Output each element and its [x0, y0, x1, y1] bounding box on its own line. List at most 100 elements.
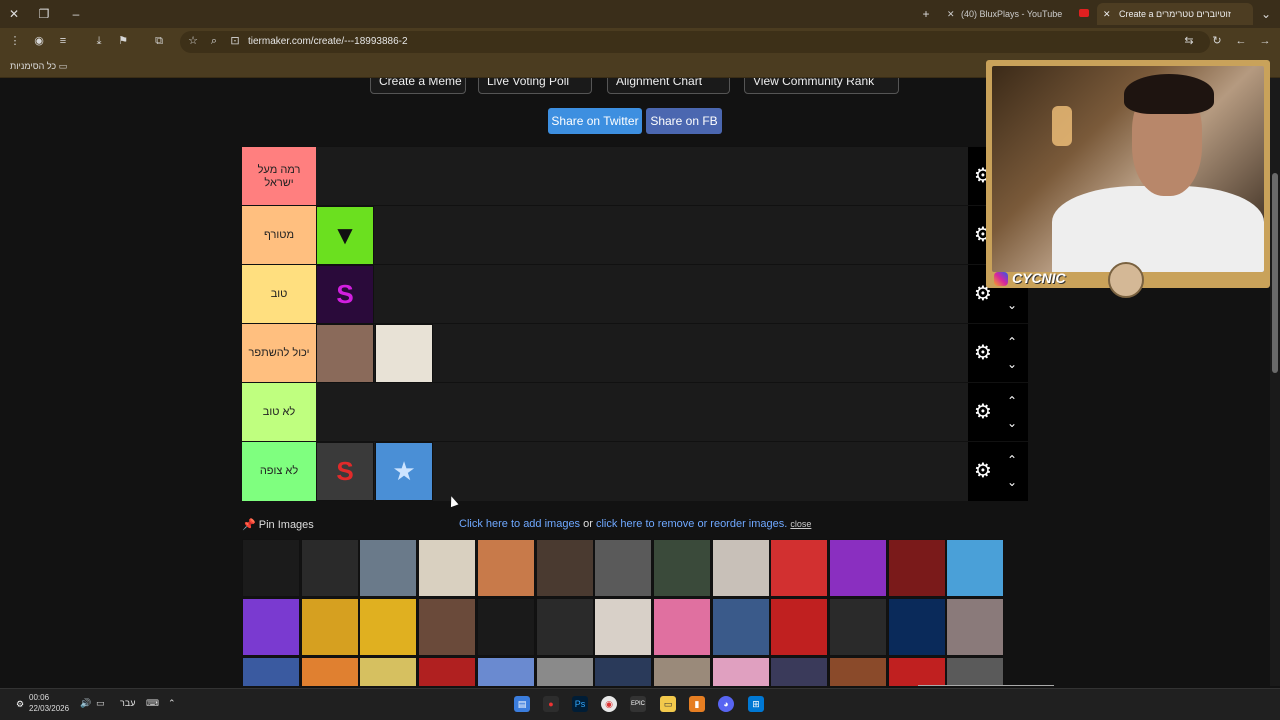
extensions-icon[interactable]: ⚑: [116, 34, 130, 48]
pin-images-toggle[interactable]: 📌 Pin Images: [242, 518, 314, 531]
tier-label[interactable]: יכול להשתפר: [242, 324, 316, 383]
tier-image[interactable]: S: [316, 265, 374, 324]
tier-label[interactable]: טוב: [242, 265, 316, 324]
pool-image[interactable]: [359, 598, 418, 656]
pool-image[interactable]: [594, 598, 653, 656]
reload-icon[interactable]: ↻: [1210, 34, 1224, 48]
pool-image[interactable]: [535, 598, 594, 656]
pool-image[interactable]: [242, 657, 300, 686]
tab-tiermaker[interactable]: ✕ Create a זוטיוברים טטרימרים: [1097, 3, 1253, 25]
pool-image[interactable]: [418, 539, 477, 597]
network-icon[interactable]: ▭: [96, 698, 105, 709]
chrome-icon[interactable]: ◉: [601, 696, 617, 712]
pool-image[interactable]: [887, 598, 946, 656]
alignment-chart-button[interactable]: Alignment Chart: [607, 78, 730, 94]
tier-items[interactable]: S: [316, 265, 968, 324]
pool-image[interactable]: [711, 539, 770, 597]
clock-date[interactable]: 22/03/2026: [29, 704, 69, 713]
tier-items[interactable]: ▼: [316, 206, 968, 265]
chevron-down-icon[interactable]: ⌄: [1004, 299, 1020, 311]
new-tab-icon[interactable]: +: [916, 4, 936, 24]
pool-image[interactable]: [535, 657, 594, 686]
gear-icon[interactable]: ⚙: [972, 342, 994, 364]
menu-icon[interactable]: ⋮: [8, 34, 22, 48]
pool-image[interactable]: [652, 657, 711, 686]
file-explorer-icon[interactable]: ▭: [660, 696, 676, 712]
close-link[interactable]: close: [790, 519, 811, 529]
pool-image[interactable]: [887, 539, 946, 597]
pool-image[interactable]: [594, 657, 653, 686]
create-meme-button[interactable]: Create a Meme: [370, 78, 466, 94]
notepad-icon[interactable]: ▤: [514, 696, 530, 712]
gear-icon[interactable]: ⚙: [972, 401, 994, 423]
chevron-up-icon[interactable]: ⌃: [1004, 336, 1020, 348]
pool-image[interactable]: [359, 539, 418, 597]
volume-icon[interactable]: 🔊: [80, 698, 91, 709]
pool-image[interactable]: [418, 598, 477, 656]
site-settings-icon[interactable]: ⇆: [1182, 34, 1196, 48]
vertical-scrollbar[interactable]: [1270, 78, 1280, 686]
tier-items[interactable]: [316, 147, 968, 206]
pool-image[interactable]: [946, 539, 1005, 597]
chevron-up-icon[interactable]: ⌃: [168, 698, 176, 709]
pool-image[interactable]: [476, 657, 535, 686]
all-bookmarks[interactable]: כל הסימניות ▭: [10, 61, 67, 72]
pool-image[interactable]: [418, 657, 477, 686]
pool-image[interactable]: [829, 539, 887, 597]
back-icon[interactable]: ←: [1234, 34, 1248, 48]
tier-image[interactable]: ▼: [316, 206, 374, 265]
chevron-down-icon[interactable]: ⌄: [1004, 476, 1020, 488]
tier-items[interactable]: [316, 324, 968, 383]
tier-label[interactable]: לא צופה: [242, 442, 316, 501]
tab-youtube[interactable]: ✕ (40) BluxPlays - YouTube: [945, 3, 1080, 25]
epic-games-icon[interactable]: EPIC: [630, 696, 646, 712]
pool-image[interactable]: [829, 657, 887, 686]
files-icon[interactable]: ▮: [689, 696, 705, 712]
restore-window-icon[interactable]: ❐: [34, 4, 54, 24]
scrollbar-thumb[interactable]: [1272, 173, 1278, 373]
chevron-up-icon[interactable]: ⌃: [1004, 454, 1020, 466]
tier-items[interactable]: S ★: [316, 442, 968, 501]
pool-image[interactable]: [770, 657, 829, 686]
close-tab-icon[interactable]: ✕: [1103, 3, 1111, 25]
tier-image[interactable]: [316, 324, 374, 383]
pool-image[interactable]: [652, 598, 711, 656]
forward-icon[interactable]: →: [1258, 34, 1272, 48]
photoshop-icon[interactable]: Ps: [572, 696, 588, 712]
pool-image[interactable]: [300, 598, 359, 656]
tier-image[interactable]: ★: [375, 442, 433, 501]
pool-image[interactable]: [946, 598, 1005, 656]
pool-image[interactable]: [359, 657, 418, 686]
share-icon[interactable]: ⧉: [152, 34, 166, 48]
download-icon[interactable]: ⤓: [92, 34, 106, 48]
tier-label[interactable]: לא טוב: [242, 383, 316, 442]
game-app-icon[interactable]: ●: [543, 696, 559, 712]
close-window-icon[interactable]: ✕: [4, 4, 24, 24]
tier-label[interactable]: מטורף: [242, 206, 316, 265]
tier-image[interactable]: [375, 324, 433, 383]
reading-list-icon[interactable]: ≡: [56, 34, 70, 48]
pool-image[interactable]: [242, 539, 300, 597]
pool-image[interactable]: [770, 539, 829, 597]
language-indicator[interactable]: עבר: [120, 698, 135, 708]
pool-image[interactable]: [770, 598, 829, 656]
pool-image[interactable]: [946, 657, 1005, 686]
clock-time[interactable]: 00:06: [29, 693, 49, 702]
pool-image[interactable]: [476, 539, 535, 597]
pool-image[interactable]: [242, 598, 300, 656]
keyboard-icon[interactable]: ⌨: [146, 698, 159, 709]
pool-image[interactable]: [300, 657, 359, 686]
pool-image[interactable]: [711, 598, 770, 656]
profile-icon[interactable]: ◉: [32, 34, 46, 48]
pool-image[interactable]: [652, 539, 711, 597]
horizontal-scrollbar[interactable]: [918, 685, 1054, 686]
tier-image[interactable]: S: [316, 442, 374, 501]
tab-search-icon[interactable]: ⌄: [1256, 4, 1276, 24]
site-info-icon[interactable]: ⊡: [228, 34, 242, 48]
chevron-down-icon[interactable]: ⌄: [1004, 417, 1020, 429]
live-voting-button[interactable]: Live Voting Poll: [478, 78, 592, 94]
pool-image[interactable]: [476, 598, 535, 656]
close-tab-icon[interactable]: ✕: [947, 3, 955, 25]
community-rank-button[interactable]: View Community Rank: [744, 78, 899, 94]
discord-icon[interactable]: ◕: [718, 696, 734, 712]
